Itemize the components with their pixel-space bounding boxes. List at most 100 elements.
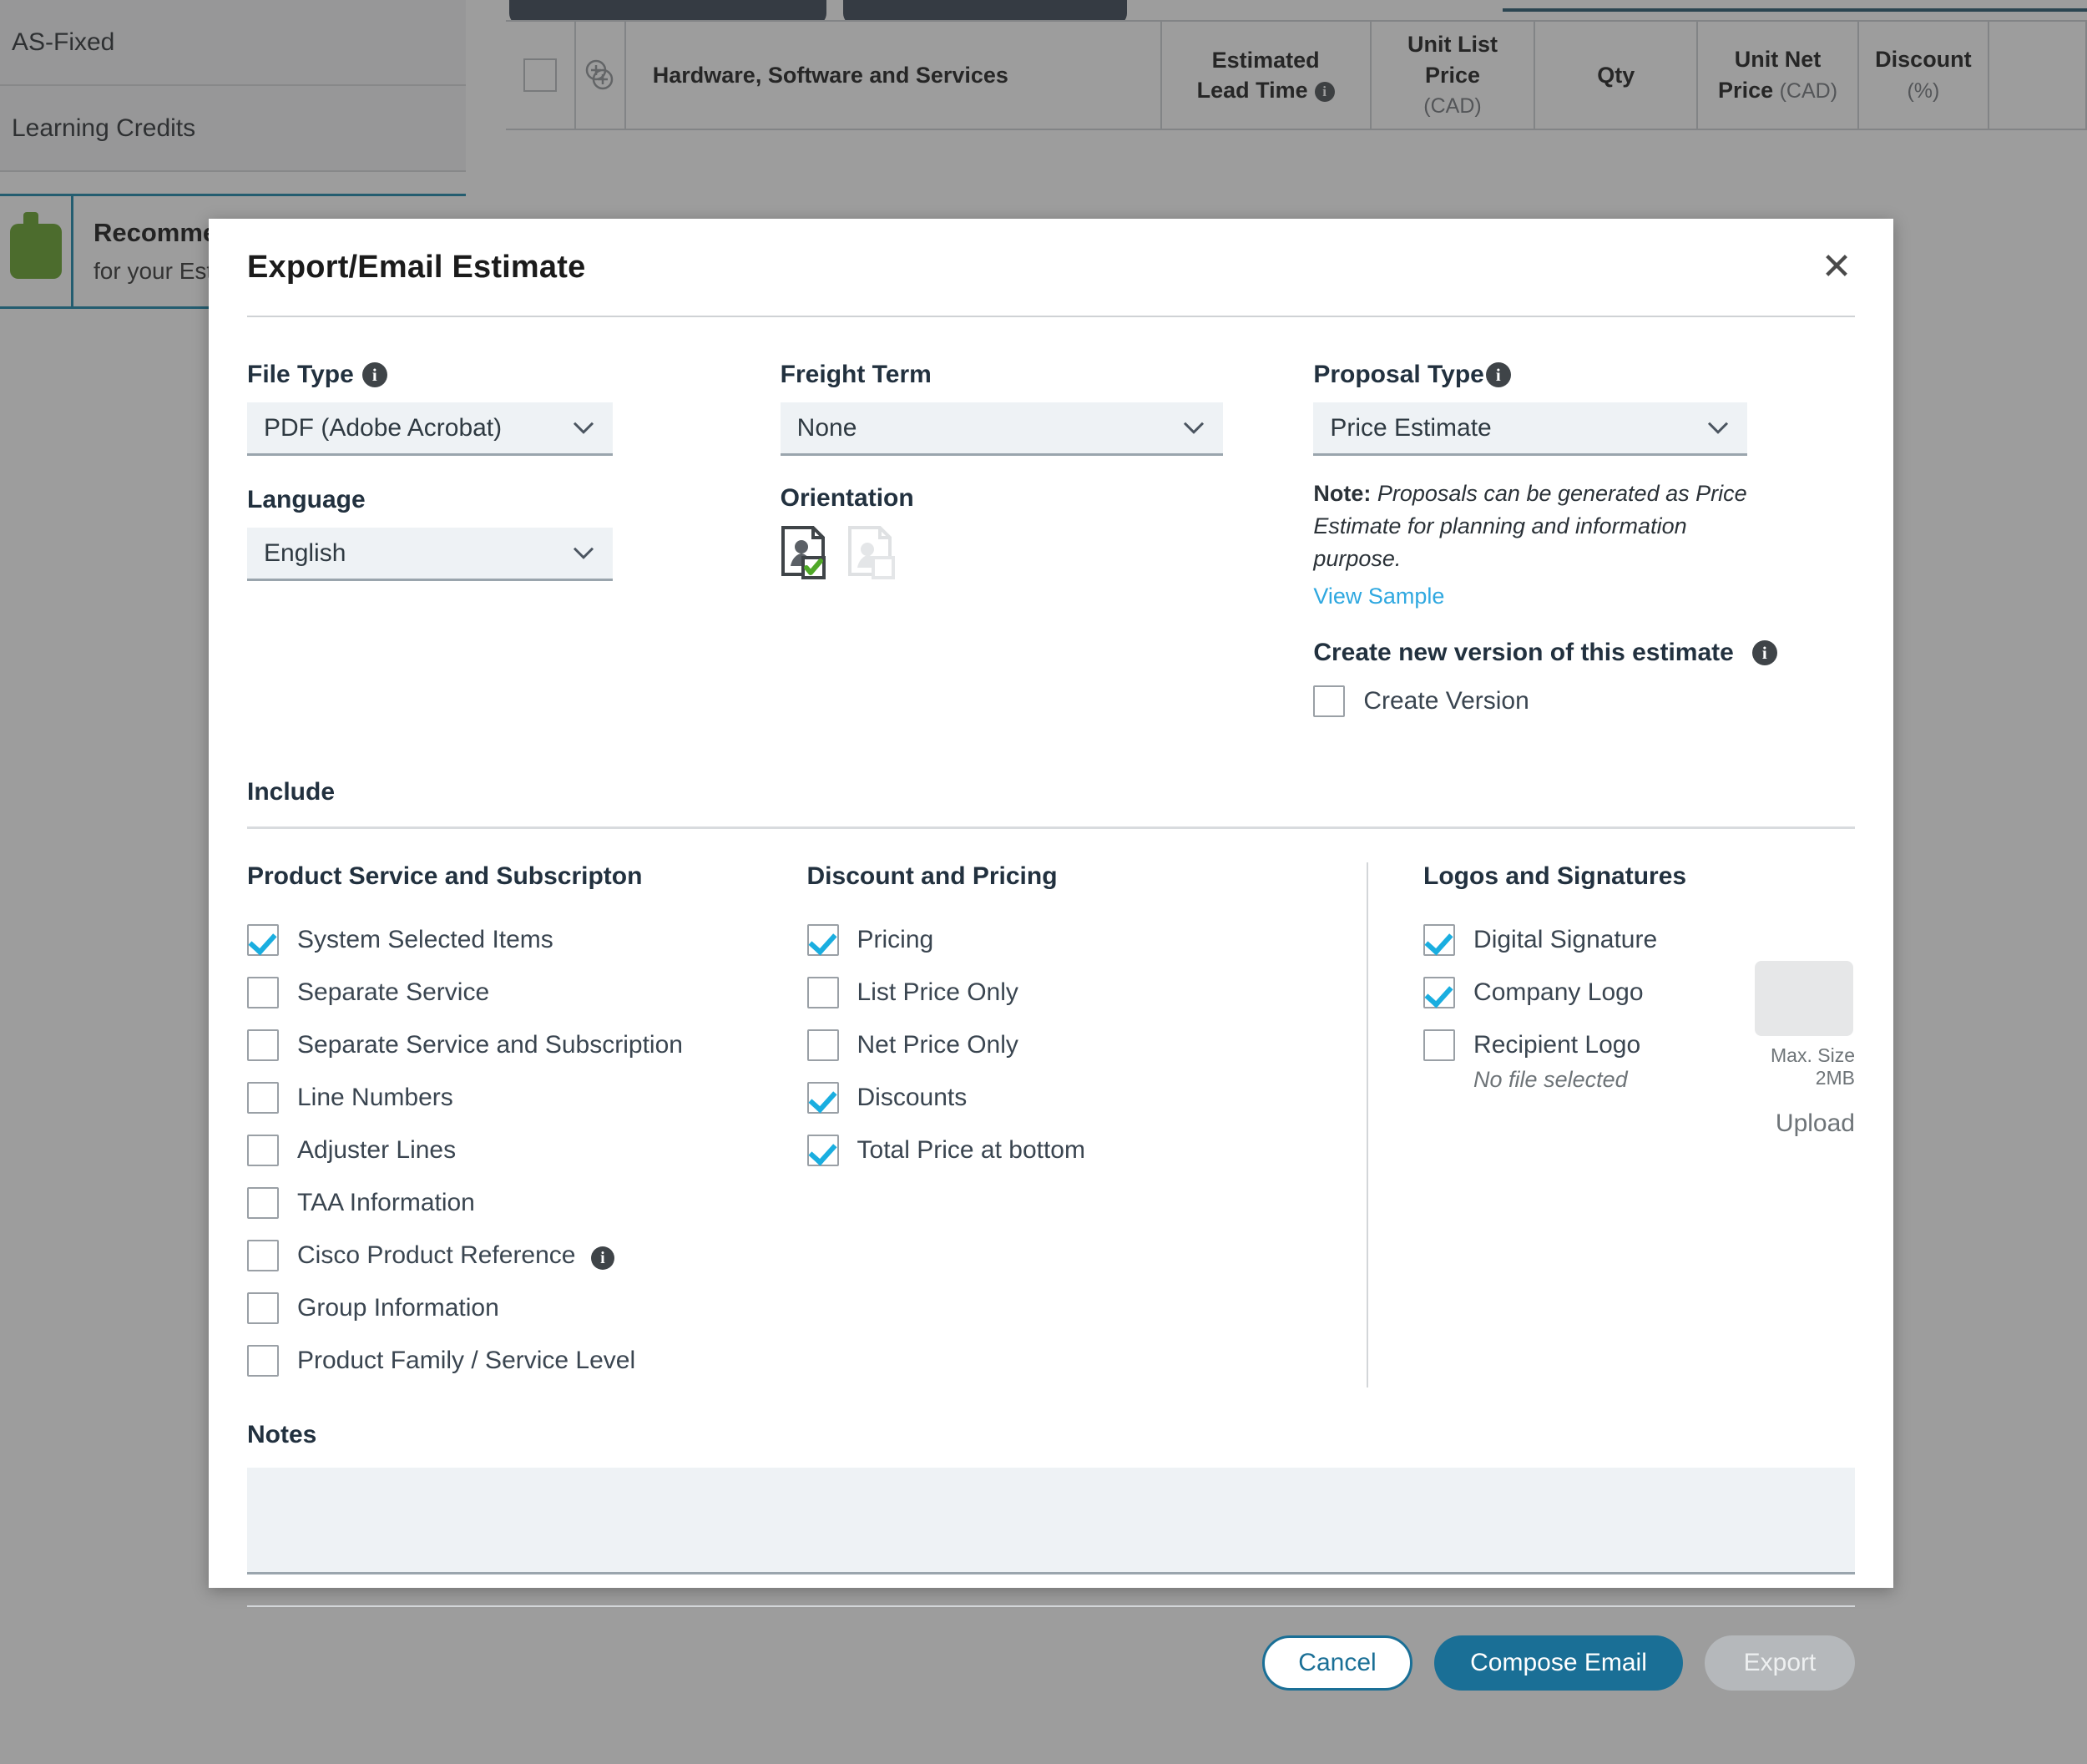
checkbox-row-cisco-product-reference[interactable]: Cisco Product Reference i [247,1230,807,1282]
checkbox-company-logo[interactable] [1423,977,1456,1009]
note-prefix: Note: [1313,481,1372,506]
checkbox-label: Separate Service and Subscription [297,1031,683,1059]
orientation-portrait-icon[interactable] [781,526,829,579]
info-icon[interactable]: i [1485,362,1511,387]
checkbox-label: Adjuster Lines [297,1136,457,1165]
chevron-down-icon [1707,421,1729,434]
checkbox-label: Pricing [857,926,934,954]
footer-divider [247,1605,1855,1607]
checkbox-total-price-at-bottom[interactable] [806,1135,839,1167]
checkbox-product-family-service-level[interactable] [247,1345,279,1377]
group-title: Logos and Signatures [1423,862,1687,890]
notes-input[interactable] [247,1467,1855,1574]
checkbox-separate-service[interactable] [247,977,279,1009]
file-type-select[interactable]: PDF (Adobe Acrobat) [247,402,613,456]
language-label: Language [247,486,781,514]
checkbox-recipient-logo[interactable] [1423,1029,1456,1062]
file-type-label-text: File Type [247,361,354,388]
proposal-type-value: Price Estimate [1330,413,1492,442]
logo-preview-box[interactable] [1755,960,1853,1036]
proposal-type-note: Note: Proposals can be generated as Pric… [1313,478,1747,614]
checkbox-cisco-product-reference[interactable] [247,1240,279,1272]
note-text: Proposals can be generated as Price Esti… [1313,481,1747,572]
proposal-type-label: Proposal Type i [1313,361,1855,389]
group-product-service-subscription: Product Service and Subscripton System S… [247,862,807,1387]
compose-email-button[interactable]: Compose Email [1434,1635,1683,1691]
file-type-label: File Type i [247,361,781,389]
group-title: Product Service and Subscripton [247,862,643,890]
language-value: English [264,538,346,567]
orientation-options [781,526,1314,579]
checkbox-label: Net Price Only [857,1031,1018,1059]
view-sample-link[interactable]: View Sample [1313,580,1444,613]
top-options-grid: File Type i PDF (Adobe Acrobat) Language… [247,361,1855,728]
checkbox-adjuster-lines[interactable] [247,1135,279,1167]
checkbox-row-group-information[interactable]: Group Information [247,1282,807,1335]
checkbox-row-system-selected-items[interactable]: System Selected Items [247,914,807,967]
checkbox-group-information[interactable] [247,1292,279,1325]
checkbox-line-numbers[interactable] [247,1082,279,1115]
checkbox-net-price-only[interactable] [806,1029,839,1062]
language-select[interactable]: English [247,528,613,581]
language-label-text: Language [247,486,366,513]
proposal-type-select[interactable]: Price Estimate [1313,402,1748,456]
checkbox-separate-service-and-subscription[interactable] [247,1029,279,1062]
freight-term-select[interactable]: None [780,402,1223,456]
include-divider [247,826,1855,829]
checkbox-label: Group Information [297,1294,499,1322]
checkbox-row-adjuster-lines[interactable]: Adjuster Lines [247,1125,807,1177]
logo-upload-area: Max. Size 2MB Upload [1755,960,1855,1138]
checkbox-pricing[interactable] [806,924,839,957]
checkbox-row-pricing[interactable]: Pricing [806,914,1367,967]
checkbox-row-taa-information[interactable]: TAA Information [247,1177,807,1230]
column-proposal-type: Proposal Type i Price Estimate Note: Pro… [1313,361,1855,728]
upload-button[interactable]: Upload [1755,1109,1855,1138]
checkbox-row-net-price-only[interactable]: Net Price Only [806,1019,1367,1072]
checkbox-system-selected-items[interactable] [247,924,279,957]
orientation-landscape-icon[interactable] [847,526,896,579]
create-version-heading-text: Create new version of this estimate [1313,638,1734,666]
create-version-checkbox-row[interactable]: Create Version [1313,675,1855,728]
checkbox-row-discounts[interactable]: Discounts [806,1072,1367,1125]
checkbox-row-product-family-service-level[interactable]: Product Family / Service Level [247,1335,807,1387]
freight-term-value: None [796,413,857,442]
checkbox-digital-signature[interactable] [1423,924,1456,957]
checkbox-row-digital-signature[interactable]: Digital Signature [1423,914,1855,967]
checkbox-label: Discounts [857,1084,968,1112]
checkbox-label: Total Price at bottom [857,1136,1085,1165]
checkbox-label: Separate Service [297,978,490,1007]
checkbox-label: System Selected Items [297,926,553,954]
group-discount-and-pricing: Discount and Pricing Pricing List Price … [806,862,1367,1387]
create-version-heading: Create new version of this estimate i [1313,639,1855,667]
group-title: Discount and Pricing [806,862,1058,890]
info-icon[interactable]: i [590,1246,614,1271]
column-file-options: File Type i PDF (Adobe Acrobat) Language… [247,361,781,728]
checkbox-taa-information[interactable] [247,1187,279,1220]
orientation-label-text: Orientation [780,484,914,512]
checkbox-label-text: Cisco Product Reference [297,1241,576,1270]
checkbox-list-price-only[interactable] [806,977,839,1009]
info-icon[interactable]: i [361,362,387,387]
freight-term-label: Freight Term [781,361,1314,389]
create-version-label: Create Version [1363,687,1529,715]
checkbox-row-separate-service[interactable]: Separate Service [247,967,807,1019]
logo-max-size-text: Max. Size 2MB [1771,1044,1855,1089]
checkbox-label: Line Numbers [297,1084,453,1112]
close-icon[interactable]: ✕ [1818,249,1855,287]
checkbox-label: List Price Only [857,978,1018,1007]
checkbox-discounts[interactable] [806,1082,839,1115]
cancel-button[interactable]: Cancel [1262,1635,1412,1691]
checkbox-label: Cisco Product Reference i [297,1241,614,1271]
checkbox-row-separate-service-and-subscription[interactable]: Separate Service and Subscription [247,1019,807,1072]
info-icon[interactable]: i [1751,639,1777,665]
group-logos-and-signatures: Logos and Signatures Digital Signature C… [1367,862,1855,1387]
checkbox-row-line-numbers[interactable]: Line Numbers [247,1072,807,1125]
notes-label: Notes [247,1420,317,1448]
checkbox-label: Digital Signature [1473,926,1658,954]
checkbox-row-total-price-at-bottom[interactable]: Total Price at bottom [806,1125,1367,1177]
chevron-down-icon [1183,421,1205,434]
dialog-header: Export/Email Estimate ✕ [247,219,1855,317]
create-version-checkbox[interactable] [1313,685,1346,718]
checkbox-row-list-price-only[interactable]: List Price Only [806,967,1367,1019]
include-section-heading: Include [247,777,336,806]
